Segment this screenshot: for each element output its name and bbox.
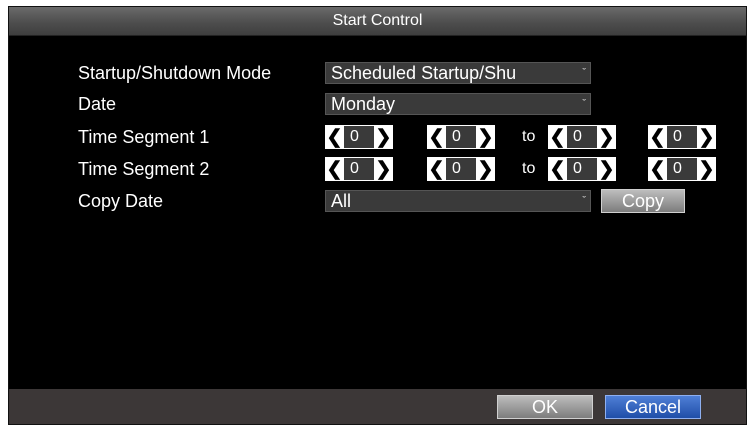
seg1-end-minute-spinner: ❮ 0 ❯ [648, 125, 716, 149]
chevron-right-icon[interactable]: ❯ [697, 125, 716, 149]
date-label: Date [78, 94, 117, 114]
chevron-right-icon[interactable]: ❯ [374, 157, 393, 181]
chevron-left-icon[interactable]: ❮ [548, 157, 567, 181]
startup-mode-value: Scheduled Startup/Shu [331, 63, 517, 83]
seg1-start-hour-spinner: ❮ 0 ❯ [325, 125, 393, 149]
ok-button-label: OK [531, 396, 558, 417]
seg2-start-hour-spinner: ❮ 0 ❯ [325, 157, 393, 181]
seg2-start-minute-value[interactable]: 0 [446, 157, 476, 181]
seg1-start-minute-value[interactable]: 0 [446, 125, 476, 149]
copy-button-label: Copy [621, 190, 665, 211]
seg1-end-minute-value[interactable]: 0 [667, 125, 697, 149]
chevron-down-icon: ˇ [582, 98, 586, 110]
ok-button[interactable]: OK [497, 395, 593, 419]
chevron-right-icon[interactable]: ❯ [697, 157, 716, 181]
chevron-left-icon[interactable]: ❮ [427, 157, 446, 181]
cancel-button-label: Cancel [624, 396, 682, 417]
cancel-button[interactable]: Cancel [605, 395, 701, 419]
chevron-down-icon: ˇ [582, 67, 586, 79]
chevron-left-icon[interactable]: ❮ [648, 125, 667, 149]
seg2-end-hour-spinner: ❮ 0 ❯ [548, 157, 616, 181]
startup-mode-select[interactable]: Scheduled Startup/Shu ˇ [325, 62, 591, 84]
seg1-end-hour-spinner: ❮ 0 ❯ [548, 125, 616, 149]
seg1-start-hour-value[interactable]: 0 [344, 125, 374, 149]
date-select[interactable]: Monday ˇ [325, 93, 591, 115]
chevron-right-icon[interactable]: ❯ [597, 157, 616, 181]
chevron-right-icon[interactable]: ❯ [597, 125, 616, 149]
chevron-right-icon[interactable]: ❯ [476, 157, 495, 181]
copy-button[interactable]: Copy [601, 189, 685, 213]
chevron-down-icon: ˇ [582, 195, 586, 207]
seg2-end-hour-value[interactable]: 0 [567, 157, 597, 181]
seg2-start-hour-value[interactable]: 0 [344, 157, 374, 181]
seg2-start-minute-spinner: ❮ 0 ❯ [427, 157, 495, 181]
chevron-left-icon[interactable]: ❮ [548, 125, 567, 149]
chevron-left-icon[interactable]: ❮ [648, 157, 667, 181]
time-segment-2-label: Time Segment 2 [78, 159, 210, 179]
date-value: Monday [331, 94, 396, 114]
chevron-left-icon[interactable]: ❮ [325, 157, 344, 181]
dialog-title: Start Control [9, 7, 746, 36]
time-segment-1-label: Time Segment 1 [78, 127, 210, 147]
copy-date-label: Copy Date [78, 191, 164, 211]
seg1-to-label: to [522, 128, 536, 145]
start-control-dialog: Start Control Startup/Shutdown Mode Sche… [8, 6, 747, 425]
chevron-right-icon[interactable]: ❯ [374, 125, 393, 149]
chevron-left-icon[interactable]: ❮ [427, 125, 446, 149]
seg2-end-minute-value[interactable]: 0 [667, 157, 697, 181]
chevron-right-icon[interactable]: ❯ [476, 125, 495, 149]
copy-date-value: All [331, 191, 352, 211]
seg2-end-minute-spinner: ❮ 0 ❯ [648, 157, 716, 181]
dialog-footer: OK Cancel [9, 389, 746, 424]
startup-mode-label: Startup/Shutdown Mode [78, 63, 272, 83]
copy-date-select[interactable]: All ˇ [325, 190, 591, 212]
seg2-to-label: to [522, 160, 536, 177]
seg1-end-hour-value[interactable]: 0 [567, 125, 597, 149]
seg1-start-minute-spinner: ❮ 0 ❯ [427, 125, 495, 149]
chevron-left-icon[interactable]: ❮ [325, 125, 344, 149]
